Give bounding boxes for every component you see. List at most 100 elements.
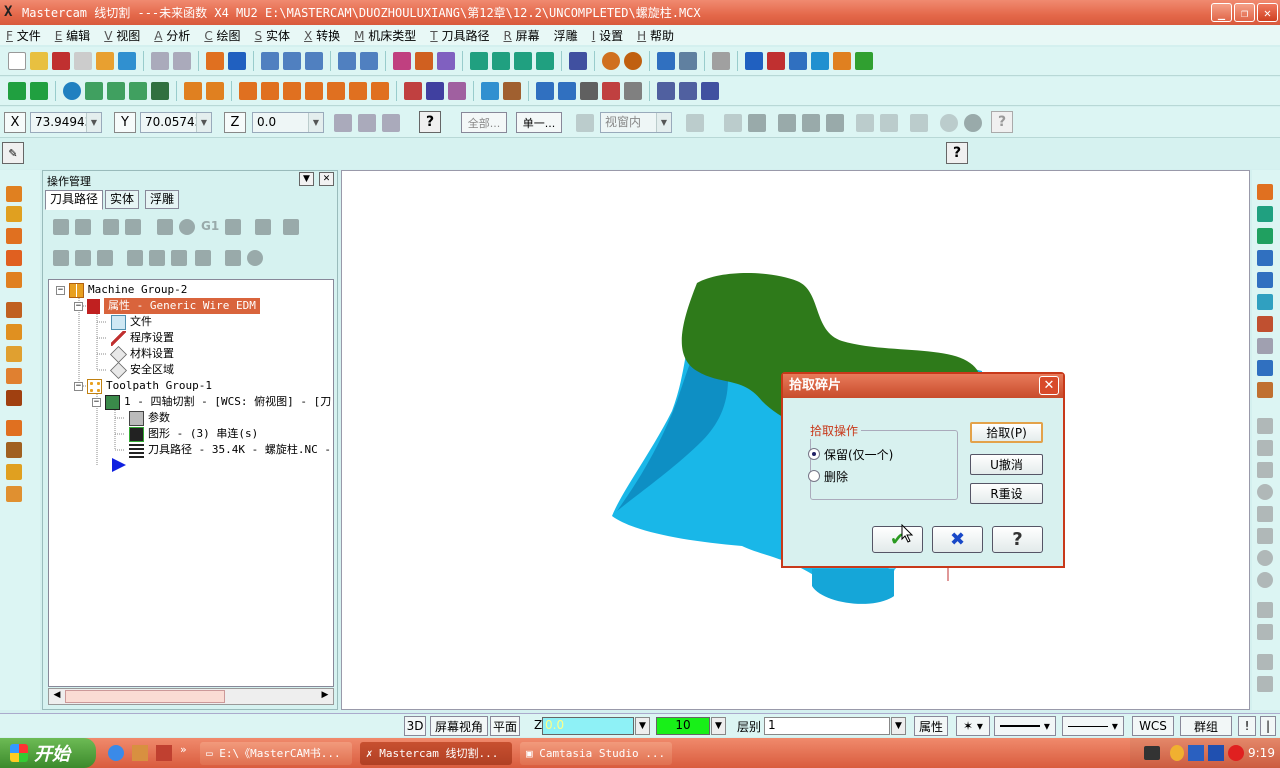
- minimize-button[interactable]: _: [1211, 3, 1232, 22]
- verify-icon[interactable]: [679, 82, 697, 100]
- wcs-button[interactable]: WCS: [1132, 716, 1174, 736]
- select-arrow-icon[interactable]: [686, 114, 704, 132]
- select-verify-icon[interactable]: [880, 114, 898, 132]
- backplot-ops-icon[interactable]: [157, 219, 173, 235]
- fillet-icon[interactable]: [107, 82, 125, 100]
- ops-dropdown-icon[interactable]: ▼: [299, 172, 314, 186]
- single-display-icon[interactable]: [247, 250, 263, 266]
- right-gray-icon-9[interactable]: [1257, 602, 1273, 618]
- level-input[interactable]: 1: [764, 717, 890, 735]
- pick-button[interactable]: 拾取(P): [970, 422, 1043, 443]
- right-gray-icon-3[interactable]: [1257, 462, 1273, 478]
- fit-icon[interactable]: [228, 52, 246, 70]
- ribbon-edit-icon[interactable]: ✎: [2, 142, 24, 164]
- solid-drawing-icon[interactable]: [6, 486, 22, 502]
- menu-item-7[interactable]: M 机床类型: [354, 27, 416, 44]
- point-icon[interactable]: [8, 82, 26, 100]
- backplot-icon[interactable]: [811, 52, 829, 70]
- draft-icon[interactable]: [6, 346, 22, 362]
- right-gray-icon-1[interactable]: [1257, 418, 1273, 434]
- tray-back-icon[interactable]: [1170, 745, 1184, 761]
- menu-item-9[interactable]: R 屏幕: [503, 27, 539, 44]
- undo-icon[interactable]: [151, 52, 169, 70]
- quicklaunch-more-icon[interactable]: »: [180, 743, 187, 756]
- menu-item-5[interactable]: S 实体: [255, 27, 290, 44]
- dialog-close-icon[interactable]: ✕: [1039, 376, 1059, 395]
- extrude-icon[interactable]: [6, 186, 22, 202]
- select-dirty-ops-icon[interactable]: [75, 219, 91, 235]
- table-icon[interactable]: [536, 82, 554, 100]
- align-icon[interactable]: [404, 82, 422, 100]
- shell-icon[interactable]: [6, 302, 22, 318]
- sweep-icon[interactable]: [6, 228, 22, 244]
- right-top-icon[interactable]: [1257, 228, 1273, 244]
- thicken-icon[interactable]: [6, 390, 22, 406]
- measure-icon[interactable]: [657, 52, 675, 70]
- color-indicator[interactable]: 10: [656, 717, 710, 735]
- modify-icon[interactable]: [624, 82, 642, 100]
- tab-relief[interactable]: 浮雕: [145, 190, 180, 209]
- lock-op-icon[interactable]: [53, 250, 69, 266]
- expand-properties[interactable]: −: [74, 302, 83, 311]
- tray-network-icon[interactable]: [1188, 745, 1204, 761]
- menu-item-0[interactable]: F 文件: [6, 27, 41, 44]
- tab-solids[interactable]: 实体: [105, 190, 140, 209]
- rectangle-icon[interactable]: [85, 82, 103, 100]
- z-depth-dropdown-icon[interactable]: ▼: [635, 717, 650, 735]
- list-icon[interactable]: [558, 82, 576, 100]
- print-preview-icon[interactable]: [96, 52, 114, 70]
- attributes-button[interactable]: 属性: [914, 716, 948, 736]
- tray-app-icon[interactable]: [1208, 745, 1224, 761]
- trim-solid-icon[interactable]: [6, 368, 22, 384]
- select-all-button[interactable]: 全部...: [461, 112, 507, 133]
- zoom-previous-icon[interactable]: [360, 52, 378, 70]
- high-feed-icon[interactable]: [225, 219, 241, 235]
- right-origin-icon[interactable]: [1257, 184, 1273, 200]
- dialog-help-button[interactable]: ?: [992, 526, 1043, 553]
- tree-toolpath[interactable]: 刀具路径 - 35.4K - 螺旋柱.NC -: [129, 442, 331, 458]
- level-dropdown-icon[interactable]: ▼: [891, 717, 906, 735]
- tree-machine-group[interactable]: Machine Group-2: [69, 282, 187, 298]
- wire-icon[interactable]: [580, 82, 598, 100]
- solid-layout-icon[interactable]: [6, 420, 22, 436]
- right-gray-icon-12[interactable]: [1257, 676, 1273, 692]
- z-coordinate-input[interactable]: 0.0 ▼: [252, 112, 324, 133]
- tree-program-settings[interactable]: 程序设置: [111, 330, 174, 346]
- xform-mirror-icon[interactable]: [261, 82, 279, 100]
- tray-record-icon[interactable]: [1228, 745, 1244, 761]
- right-undo-view-icon[interactable]: [1257, 338, 1273, 354]
- select-vertex-icon[interactable]: [856, 114, 874, 132]
- view-top-icon[interactable]: [492, 52, 510, 70]
- z-depth-input[interactable]: 0.0: [542, 717, 634, 735]
- right-axis-icon[interactable]: [1257, 250, 1273, 266]
- right-branch-icon[interactable]: [1257, 272, 1273, 288]
- selection-mode-icon[interactable]: [576, 114, 594, 132]
- sphere-grid-icon[interactable]: [602, 52, 620, 70]
- pen-icon[interactable]: [602, 82, 620, 100]
- drill-icon[interactable]: [481, 82, 499, 100]
- xform-offset-icon[interactable]: [327, 82, 345, 100]
- right-gray-icon-4[interactable]: [1257, 484, 1273, 500]
- tree-files[interactable]: 文件: [111, 314, 152, 330]
- zoom-out-icon[interactable]: [305, 52, 323, 70]
- view-right-icon[interactable]: [536, 52, 554, 70]
- select-ok-icon[interactable]: [964, 114, 982, 132]
- xform-rotate-icon[interactable]: [283, 82, 301, 100]
- right-cplane-icon[interactable]: [1257, 316, 1273, 332]
- right-gray-icon-7[interactable]: [1257, 550, 1273, 566]
- shade-icon[interactable]: [415, 52, 433, 70]
- menu-item-10[interactable]: 浮雕: [554, 27, 578, 44]
- task-explorer[interactable]: ▭ E:\《MasterCAM书...: [200, 742, 352, 765]
- window-selection-dropdown[interactable]: 视窗内 ▼: [600, 112, 672, 133]
- xform-translate-icon[interactable]: [239, 82, 257, 100]
- menu-item-12[interactable]: H 帮助: [637, 27, 674, 44]
- line-width-dropdown[interactable]: ▾: [1062, 716, 1124, 736]
- toggle-display-icon[interactable]: [75, 250, 91, 266]
- radio-keep-one[interactable]: 保留(仅一个): [808, 446, 958, 462]
- chamfer-icon[interactable]: [129, 82, 147, 100]
- new-file-icon[interactable]: [8, 52, 26, 70]
- lock-icon[interactable]: [358, 114, 376, 132]
- maximize-button[interactable]: ❐: [1234, 3, 1255, 22]
- ok-button[interactable]: ✔: [872, 526, 923, 553]
- delete-ops-icon[interactable]: [255, 219, 271, 235]
